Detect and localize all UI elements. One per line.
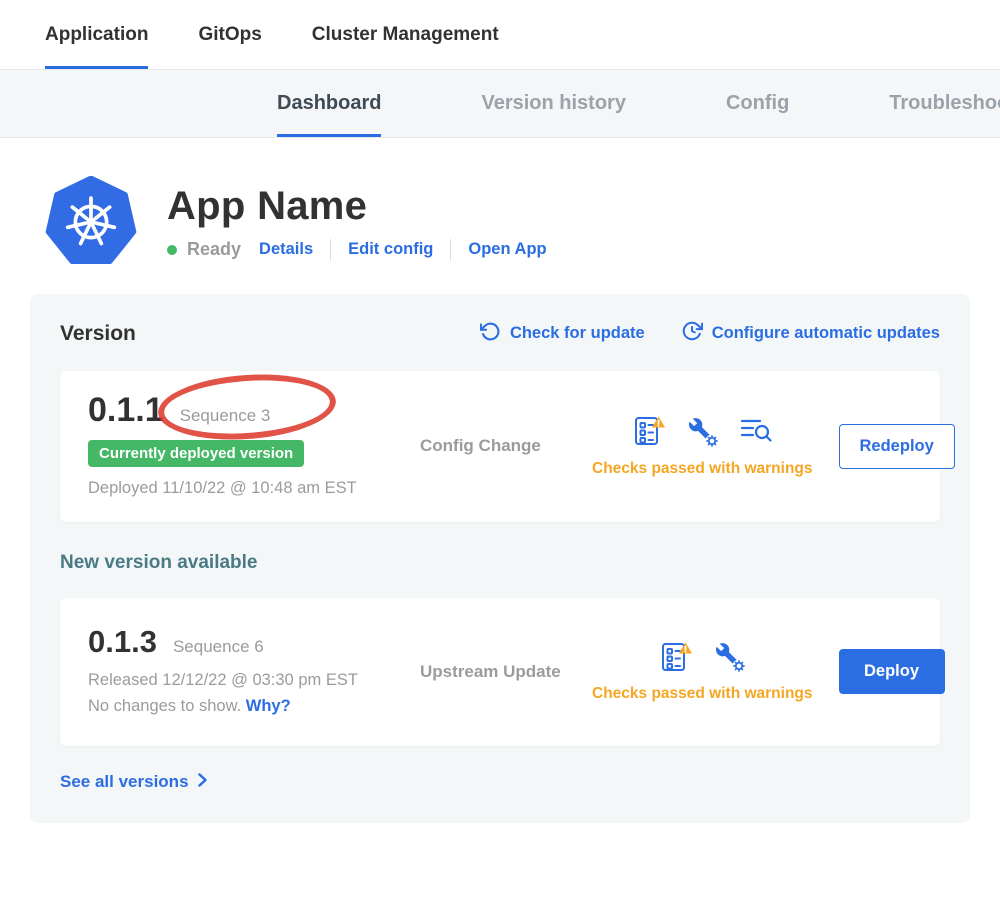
current-sequence-label: Sequence 3 (180, 406, 271, 426)
available-version-number: 0.1.3 (88, 624, 157, 660)
configure-automatic-updates-label: Configure automatic updates (712, 324, 940, 343)
secondary-nav: Dashboard Version history Config Trouble… (0, 70, 1000, 138)
current-version-info: 0.1.1 Sequence 3 Currently deployed vers… (88, 391, 420, 502)
app-header: App Name Ready Details Edit config Open … (0, 138, 1000, 294)
available-check-icons (659, 640, 746, 673)
current-version-card: 0.1.1 Sequence 3 Currently deployed vers… (60, 371, 940, 522)
preflight-checklist-warning-icon[interactable] (632, 415, 666, 447)
divider (330, 239, 331, 261)
app-title: App Name (167, 184, 547, 229)
auto-update-clock-icon (681, 320, 703, 347)
primary-nav: Application GitOps Cluster Management (0, 0, 1000, 70)
preflight-checklist-warning-icon[interactable] (659, 641, 693, 673)
wrench-gear-icon[interactable] (686, 415, 719, 448)
deployed-timestamp: Deployed 11/10/22 @ 10:48 am EST (88, 476, 420, 502)
available-version-info: 0.1.3 Sequence 6 Released 12/12/22 @ 03:… (88, 624, 420, 719)
why-link[interactable]: Why? (246, 697, 291, 715)
available-version-actions: Checks passed with warnings Deploy (592, 640, 945, 703)
status-text: Ready (187, 239, 241, 260)
kubernetes-logo-icon (45, 176, 137, 268)
tab-application[interactable]: Application (45, 0, 148, 69)
app-header-info: App Name Ready Details Edit config Open … (167, 184, 547, 261)
tab-dashboard[interactable]: Dashboard (277, 70, 381, 137)
available-checks-status: Checks passed with warnings (592, 685, 813, 703)
available-version-row: 0.1.3 Sequence 6 (88, 624, 420, 660)
available-version-card: 0.1.3 Sequence 6 Released 12/12/22 @ 03:… (60, 598, 940, 746)
version-panel-header: Version Check for update (60, 320, 940, 347)
available-checks-column: Checks passed with warnings (592, 640, 813, 703)
no-changes-text: No changes to show. (88, 697, 241, 715)
diff-view-magnifier-icon[interactable] (739, 416, 773, 446)
version-heading: Version (60, 322, 136, 346)
released-timestamp: Released 12/12/22 @ 03:30 pm EST (88, 668, 420, 694)
status-row: Ready Details Edit config Open App (167, 239, 547, 261)
current-version-source: Config Change (420, 436, 592, 456)
new-version-available-heading: New version available (60, 552, 940, 574)
tab-version-history[interactable]: Version history (481, 70, 626, 137)
current-version-actions: Checks passed with warnings Redeploy (592, 415, 955, 478)
current-checks-status: Checks passed with warnings (592, 460, 813, 478)
check-for-update-label: Check for update (510, 324, 645, 343)
open-app-link[interactable]: Open App (468, 240, 546, 259)
version-panel: Version Check for update (30, 294, 970, 823)
current-checks-column: Checks passed with warnings (592, 415, 813, 478)
tab-config[interactable]: Config (726, 70, 789, 137)
currently-deployed-badge: Currently deployed version (88, 440, 304, 467)
no-changes-row: No changes to show. Why? (88, 694, 420, 720)
check-for-update-link[interactable]: Check for update (480, 320, 645, 347)
available-version-source: Upstream Update (420, 662, 592, 682)
version-actions: Check for update Configure automatic upd… (480, 320, 940, 347)
chevron-right-icon (197, 772, 208, 793)
see-all-versions-link[interactable]: See all versions (60, 772, 208, 793)
divider (450, 239, 451, 261)
configure-automatic-updates-link[interactable]: Configure automatic updates (681, 320, 940, 347)
refresh-icon (480, 321, 501, 347)
edit-config-link[interactable]: Edit config (348, 240, 433, 259)
redeploy-button[interactable]: Redeploy (839, 424, 955, 469)
available-sequence-label: Sequence 6 (173, 637, 264, 657)
current-check-icons (632, 415, 773, 448)
tab-gitops[interactable]: GitOps (198, 0, 261, 69)
deploy-button[interactable]: Deploy (839, 649, 945, 694)
wrench-gear-icon[interactable] (713, 640, 746, 673)
see-all-versions-label: See all versions (60, 772, 189, 792)
current-version-row: 0.1.1 Sequence 3 (88, 391, 420, 430)
details-link[interactable]: Details (259, 240, 313, 259)
status-dot (167, 245, 177, 255)
tab-cluster-management[interactable]: Cluster Management (312, 0, 499, 69)
current-version-number: 0.1.1 (88, 391, 164, 430)
tab-troubleshoot[interactable]: Troubleshoot (889, 70, 1000, 137)
